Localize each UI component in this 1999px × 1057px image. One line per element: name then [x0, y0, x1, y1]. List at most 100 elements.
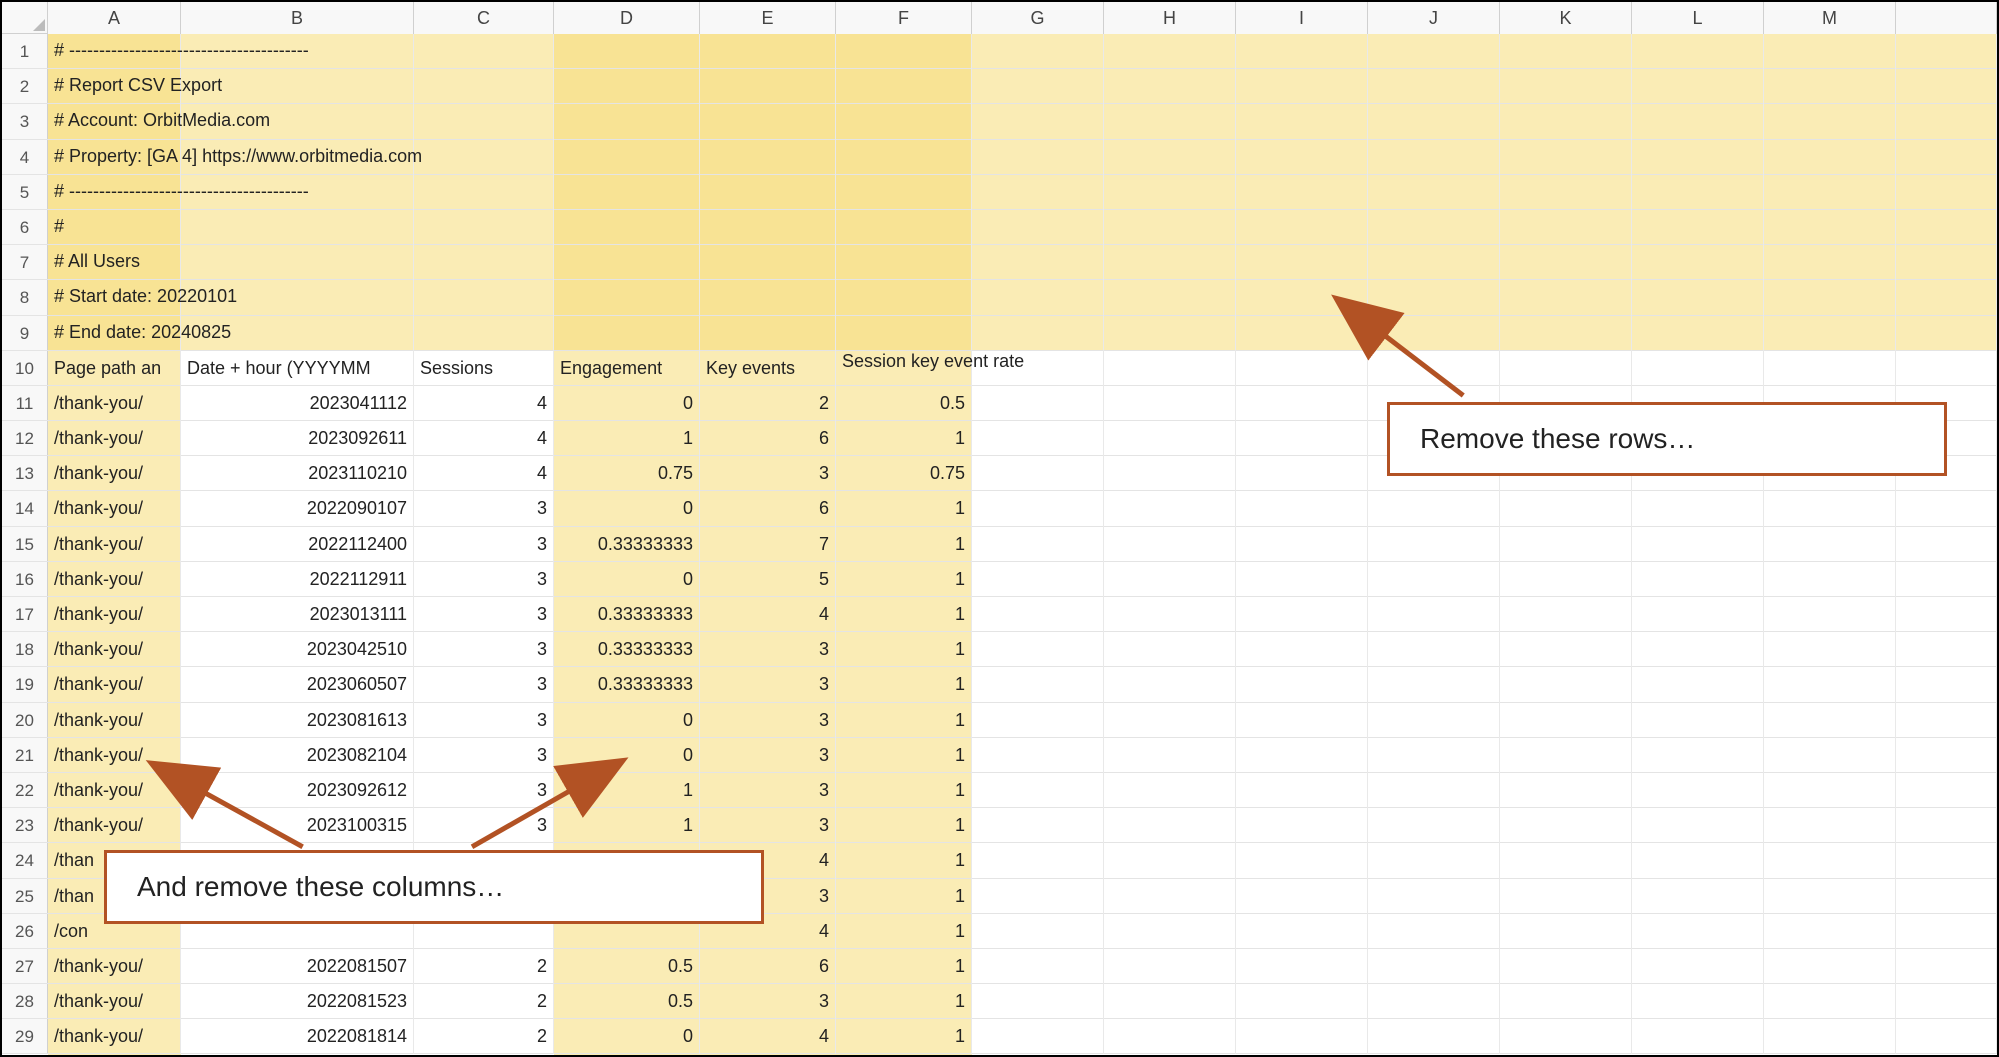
col-header-D[interactable]: D	[554, 2, 700, 34]
cell-D11[interactable]: 0	[554, 386, 700, 421]
cell-H15[interactable]	[1104, 527, 1236, 562]
cell-M16[interactable]	[1764, 562, 1896, 597]
cell-F5[interactable]	[836, 175, 972, 210]
cell-A3[interactable]	[48, 104, 181, 139]
cell-L17[interactable]	[1632, 597, 1764, 632]
cell-A4[interactable]	[48, 140, 181, 175]
cell-J15[interactable]	[1368, 527, 1500, 562]
row-header-15[interactable]: 15	[2, 527, 48, 561]
cell-B21[interactable]: 2023082104	[181, 738, 414, 773]
cell-L18[interactable]	[1632, 632, 1764, 667]
cell-A10[interactable]: Page path an	[48, 351, 181, 386]
cell-E11[interactable]: 2	[700, 386, 836, 421]
cell-B9[interactable]	[181, 316, 414, 351]
cell-L5[interactable]	[1632, 175, 1764, 210]
cell-E13[interactable]: 3	[700, 456, 836, 491]
row-header-21[interactable]: 21	[2, 738, 48, 772]
cell-C12[interactable]: 4	[414, 421, 554, 456]
cell-M8[interactable]	[1764, 280, 1896, 315]
cell-B11[interactable]: 2023041112	[181, 386, 414, 421]
cell-G13[interactable]	[972, 456, 1104, 491]
cell-I16[interactable]	[1236, 562, 1368, 597]
row-header-10[interactable]: 10	[2, 351, 48, 385]
cell-I3[interactable]	[1236, 104, 1368, 139]
cell-C19[interactable]: 3	[414, 667, 554, 702]
cell-A13[interactable]: /thank-you/	[48, 456, 181, 491]
cell-A16[interactable]: /thank-you/	[48, 562, 181, 597]
cell-K15[interactable]	[1500, 527, 1632, 562]
cell-I19[interactable]	[1236, 667, 1368, 702]
cell-A5[interactable]	[48, 175, 181, 210]
cell-I7[interactable]	[1236, 245, 1368, 280]
cell-C8[interactable]	[414, 280, 554, 315]
col-header-L[interactable]: L	[1632, 2, 1764, 34]
cell-H1[interactable]	[1104, 34, 1236, 69]
row-header-26[interactable]: 26	[2, 914, 48, 948]
row-header-5[interactable]: 5	[2, 175, 48, 209]
cell-H11[interactable]	[1104, 386, 1236, 421]
cell-K8[interactable]	[1500, 280, 1632, 315]
cell-E21[interactable]: 3	[700, 738, 836, 773]
cell-F26[interactable]: 1	[836, 914, 972, 949]
cell-F13[interactable]: 0.75	[836, 456, 972, 491]
cell-G12[interactable]	[972, 421, 1104, 456]
cell-L20[interactable]	[1632, 703, 1764, 738]
cell-M21[interactable]	[1764, 738, 1896, 773]
cell-F15[interactable]: 1	[836, 527, 972, 562]
cell-D6[interactable]	[554, 210, 700, 245]
cell-L22[interactable]	[1632, 773, 1764, 808]
cell-E28[interactable]: 3	[700, 984, 836, 1019]
cell-H4[interactable]	[1104, 140, 1236, 175]
row-header-29[interactable]: 29	[2, 1019, 48, 1053]
cell-G25[interactable]	[972, 879, 1104, 914]
cell-C3[interactable]	[414, 104, 554, 139]
cell-A9[interactable]	[48, 316, 181, 351]
cell-D1[interactable]	[554, 34, 700, 69]
cell-E2[interactable]	[700, 69, 836, 104]
cell-M19[interactable]	[1764, 667, 1896, 702]
cell-K20[interactable]	[1500, 703, 1632, 738]
cell-E7[interactable]	[700, 245, 836, 280]
cell-L7[interactable]	[1632, 245, 1764, 280]
row-header-17[interactable]: 17	[2, 597, 48, 631]
cell-K21[interactable]	[1500, 738, 1632, 773]
cell-D10[interactable]: Engagement	[554, 351, 700, 386]
cell-C4[interactable]	[414, 140, 554, 175]
cell-I21[interactable]	[1236, 738, 1368, 773]
row-header-23[interactable]: 23	[2, 808, 48, 842]
cell-D2[interactable]	[554, 69, 700, 104]
cell-D12[interactable]: 1	[554, 421, 700, 456]
cell-D22[interactable]: 1	[554, 773, 700, 808]
row-header-25[interactable]: 25	[2, 879, 48, 913]
cell-L21[interactable]	[1632, 738, 1764, 773]
cell-J7[interactable]	[1368, 245, 1500, 280]
cell-G20[interactable]	[972, 703, 1104, 738]
cell-M3[interactable]	[1764, 104, 1896, 139]
cell-D4[interactable]	[554, 140, 700, 175]
cell-F11[interactable]: 0.5	[836, 386, 972, 421]
cell-M24[interactable]	[1764, 843, 1896, 878]
cell-L14[interactable]	[1632, 491, 1764, 526]
cell-G5[interactable]	[972, 175, 1104, 210]
cell-K6[interactable]	[1500, 210, 1632, 245]
cell-K10[interactable]	[1500, 351, 1632, 386]
cell-K3[interactable]	[1500, 104, 1632, 139]
cell-H21[interactable]	[1104, 738, 1236, 773]
cell-H16[interactable]	[1104, 562, 1236, 597]
cell-C27[interactable]: 2	[414, 949, 554, 984]
select-all-corner[interactable]	[2, 2, 48, 34]
cell-D3[interactable]	[554, 104, 700, 139]
cell-G11[interactable]	[972, 386, 1104, 421]
cell-A17[interactable]: /thank-you/	[48, 597, 181, 632]
cell-A28[interactable]: /thank-you/	[48, 984, 181, 1019]
cell-D8[interactable]	[554, 280, 700, 315]
cell-E22[interactable]: 3	[700, 773, 836, 808]
cell-M6[interactable]	[1764, 210, 1896, 245]
cell-J27[interactable]	[1368, 949, 1500, 984]
cell-B4[interactable]	[181, 140, 414, 175]
cell-M20[interactable]	[1764, 703, 1896, 738]
cell-E9[interactable]	[700, 316, 836, 351]
cell-I13[interactable]	[1236, 456, 1368, 491]
col-header-F[interactable]: F	[836, 2, 972, 34]
cell-H5[interactable]	[1104, 175, 1236, 210]
